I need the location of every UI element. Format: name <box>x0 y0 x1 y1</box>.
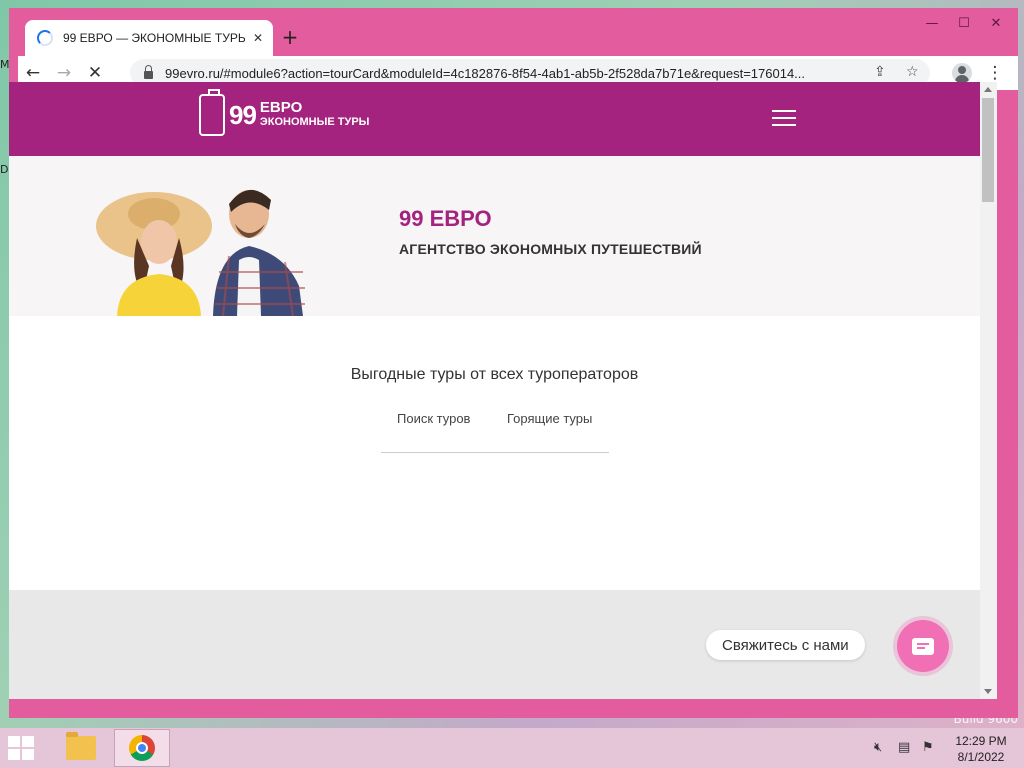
profile-avatar-icon[interactable] <box>952 63 972 83</box>
forward-button[interactable]: → <box>53 62 75 84</box>
tab-close-icon[interactable]: ✕ <box>253 31 263 45</box>
logo-number: 99 <box>229 99 257 130</box>
vertical-scrollbar[interactable] <box>980 82 997 699</box>
hero-subtitle: АГЕНТСТВО ЭКОНОМНЫХ ПУТЕШЕСТВИЙ <box>399 241 702 257</box>
taskbar: 🔇︎ ▤ ⚑ 12:29 PM 8/1/2022 <box>0 728 1024 768</box>
clock-time: 12:29 PM <box>955 734 1007 748</box>
chat-button[interactable] <box>897 620 949 672</box>
logo-line2: ЭКОНОМНЫЕ ТУРЫ <box>259 116 370 128</box>
taskbar-clock[interactable]: 12:29 PM 8/1/2022 <box>948 733 1014 765</box>
tab-tour-search[interactable]: Поиск туров <box>397 411 470 426</box>
chat-bubble-icon <box>912 637 934 655</box>
maximize-button[interactable]: ☐ <box>948 12 980 34</box>
loading-spinner-icon <box>37 30 53 46</box>
scrollbar-thumb[interactable] <box>982 98 994 202</box>
folder-icon <box>66 732 96 760</box>
browser-tab[interactable]: 99 ЕВРО — ЭКОНОМНЫЕ ТУРЫ ✕ <box>25 20 273 56</box>
hamburger-menu-icon[interactable] <box>772 110 796 126</box>
back-button[interactable]: ← <box>22 62 44 84</box>
window-controls: — ☐ ✕ <box>916 12 1012 34</box>
share-icon[interactable]: ⇪ <box>874 64 886 80</box>
start-button[interactable] <box>8 736 36 762</box>
chrome-icon <box>129 735 155 761</box>
bookmark-star-icon[interactable]: ☆ <box>906 64 919 80</box>
contact-us-label[interactable]: Свяжитесь с нами <box>706 630 865 660</box>
tab-title: 99 ЕВРО — ЭКОНОМНЫЕ ТУРЫ <box>63 31 245 45</box>
tabs-underline <box>381 452 609 453</box>
page-viewport: 99 ЕВРО ЭКОНОМНЫЕ ТУРЫ 99 ЕВРО АГЕНТСТВО… <box>9 82 980 699</box>
hero-banner: 99 ЕВРО АГЕНТСТВО ЭКОНОМНЫХ ПУТЕШЕСТВИЙ <box>9 156 980 316</box>
new-tab-button[interactable]: + <box>277 24 303 50</box>
chrome-taskbar-button[interactable] <box>114 729 170 767</box>
hero-couple-image <box>96 189 305 316</box>
action-center-icon[interactable]: ⚑ <box>922 740 934 755</box>
url-text[interactable]: 99evro.ru/#module6?action=tourCard&modul… <box>165 66 855 81</box>
browser-menu-icon[interactable]: ⋮ <box>984 62 1006 84</box>
lock-icon <box>144 65 153 79</box>
suitcase-icon <box>199 89 225 136</box>
hero-title: 99 ЕВРО <box>399 206 492 231</box>
network-icon[interactable]: ▤ <box>898 740 910 755</box>
scroll-down-icon[interactable] <box>984 689 992 694</box>
site-header: 99 ЕВРО ЭКОНОМНЫЕ ТУРЫ <box>9 82 980 156</box>
scroll-up-icon[interactable] <box>984 87 992 92</box>
volume-muted-icon[interactable]: 🔇︎ <box>874 740 882 755</box>
logo-line1: ЕВРО <box>259 99 303 116</box>
minimize-button[interactable]: — <box>916 12 948 34</box>
stop-loading-button[interactable]: ✕ <box>84 62 106 84</box>
clock-date: 8/1/2022 <box>957 750 1005 764</box>
file-explorer-button[interactable] <box>53 729 109 767</box>
site-logo[interactable]: 99 ЕВРО ЭКОНОМНЫЕ ТУРЫ <box>199 89 370 136</box>
close-window-button[interactable]: ✕ <box>980 12 1012 34</box>
search-heading: Выгодные туры от всех туроператоров <box>350 366 639 383</box>
tab-hot-tours[interactable]: Горящие туры <box>507 411 592 426</box>
